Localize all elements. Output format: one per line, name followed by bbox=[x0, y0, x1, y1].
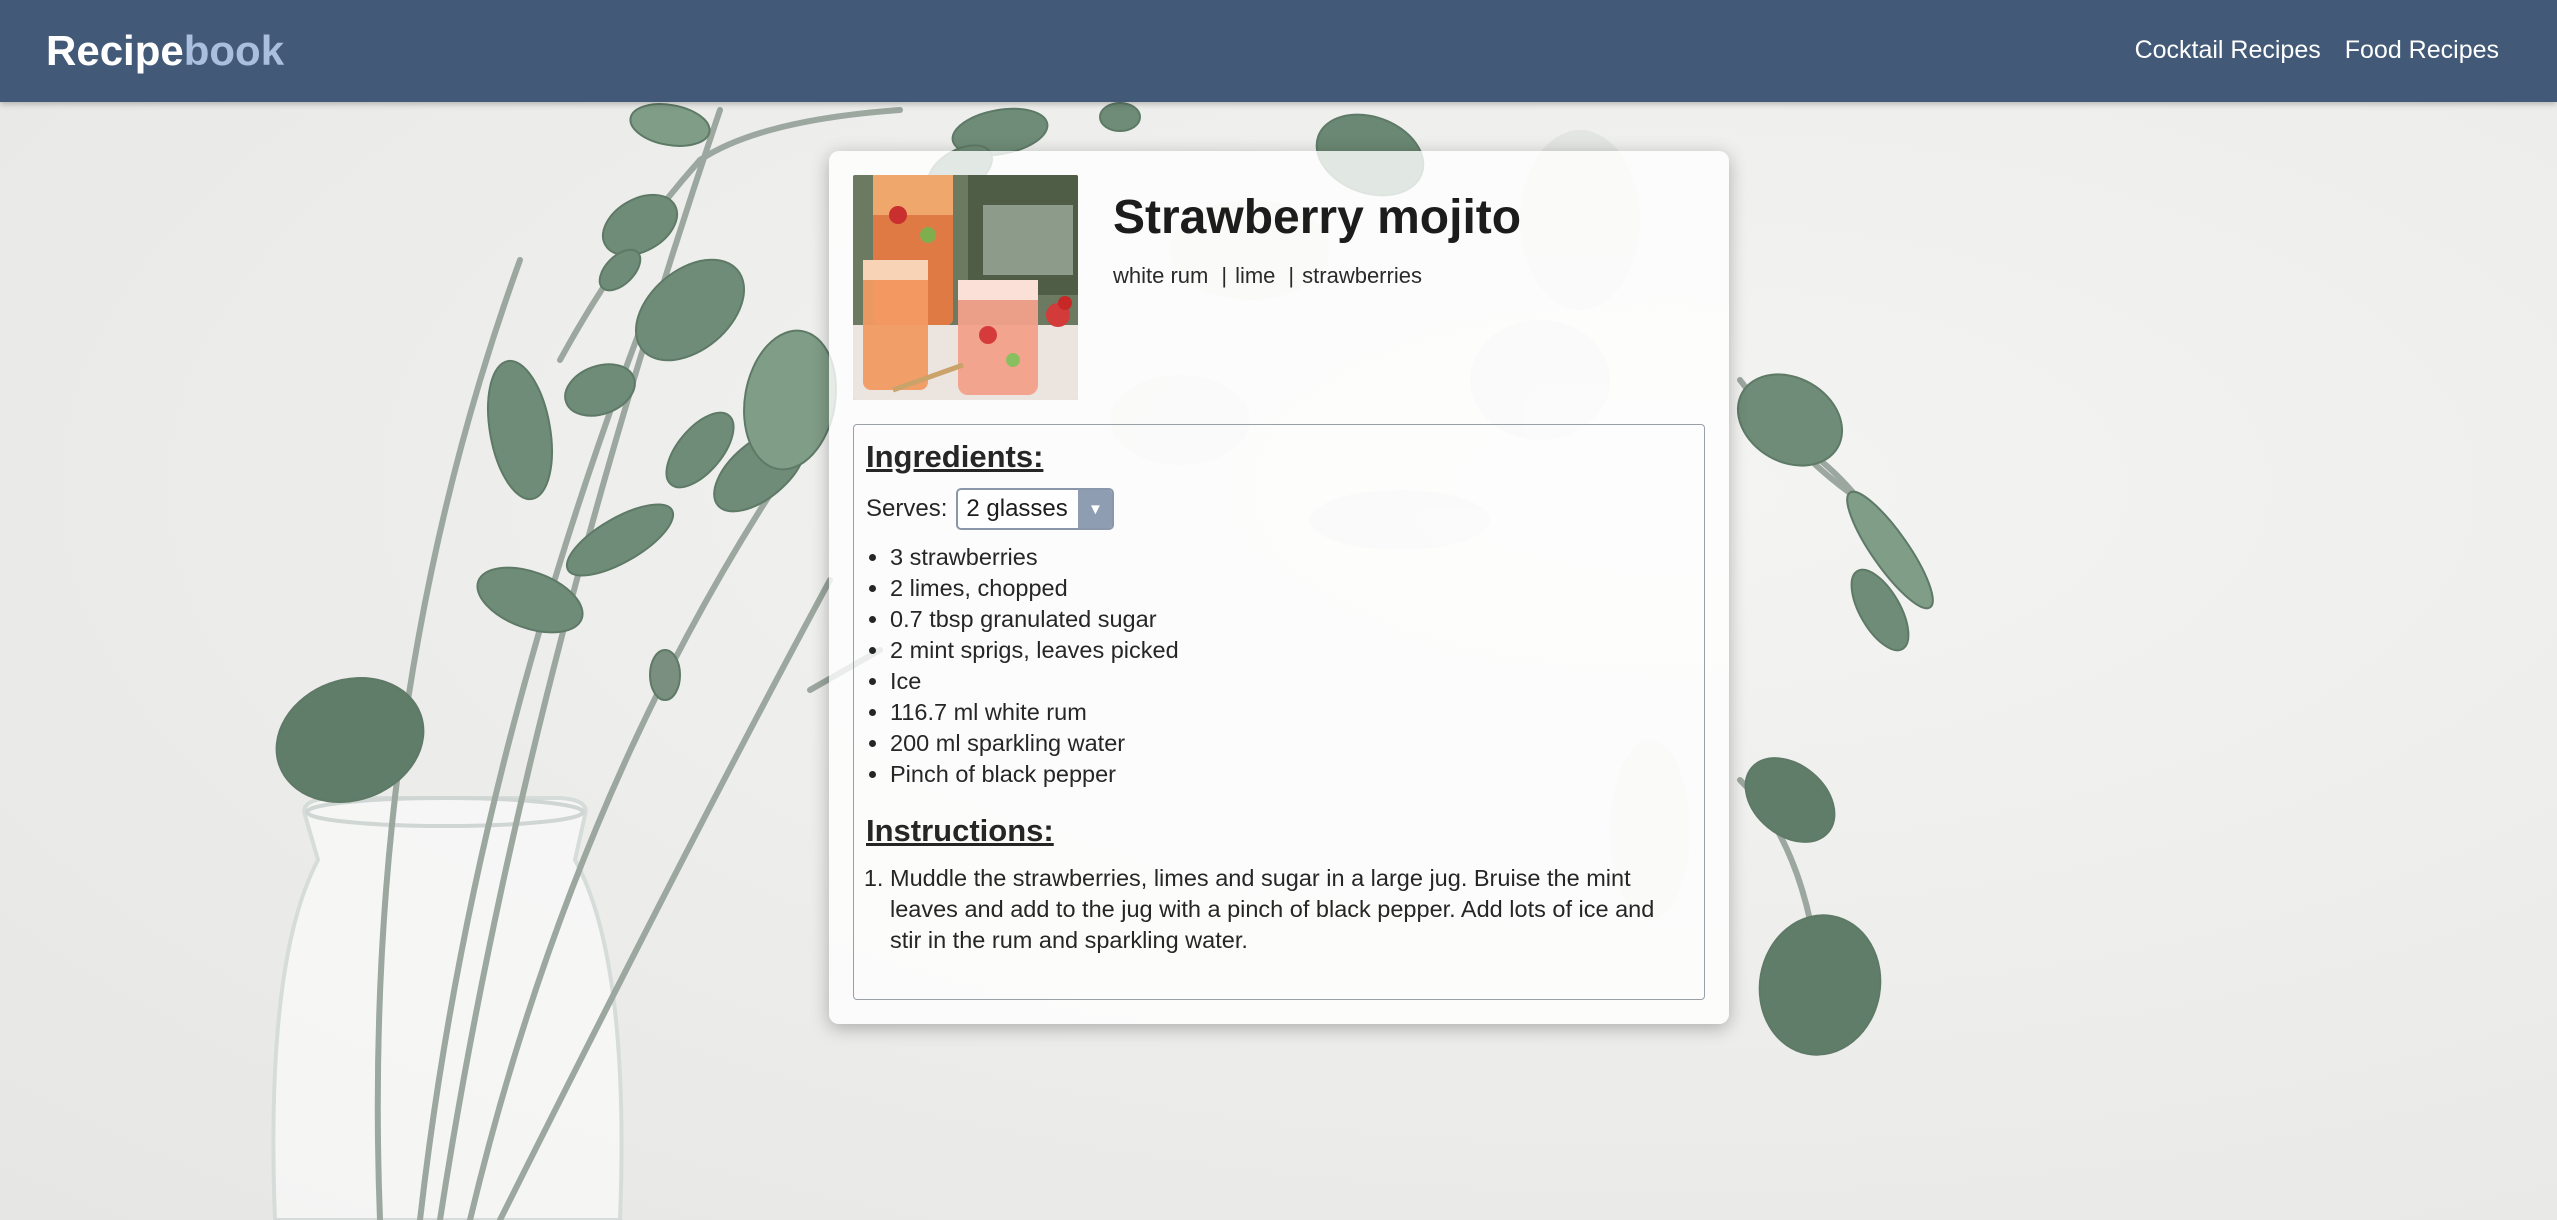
recipe-photo bbox=[853, 175, 1078, 400]
recipe-photo-illustration bbox=[853, 175, 1078, 400]
ingredients-heading: Ingredients: bbox=[866, 439, 1044, 474]
tag-separator: | bbox=[1288, 263, 1295, 288]
ingredient-item: 2 mint sprigs, leaves picked bbox=[890, 635, 1692, 666]
serves-label: Serves: bbox=[866, 495, 948, 522]
tag-strawberries[interactable]: strawberries bbox=[1302, 261, 1422, 291]
top-navbar: Recipebook Cocktail Recipes Food Recipes bbox=[0, 0, 2557, 102]
instructions-list: Muddle the strawberries, limes and sugar… bbox=[866, 863, 1692, 956]
ingredient-item: 0.7 tbsp granulated sugar bbox=[890, 604, 1692, 635]
serves-select[interactable]: 2 glasses ▼ bbox=[956, 488, 1115, 530]
serves-selected-value: 2 glasses bbox=[966, 495, 1068, 522]
chevron-down-icon[interactable]: ▼ bbox=[1078, 490, 1113, 528]
brand-logo-link[interactable]: Recipebook bbox=[46, 26, 284, 76]
serves-row: Serves: 2 glasses ▼ bbox=[866, 487, 1692, 531]
ingredient-item: 3 strawberries bbox=[890, 542, 1692, 573]
recipe-title: Strawberry mojito bbox=[1113, 191, 1522, 244]
ingredient-item: 2 limes, chopped bbox=[890, 573, 1692, 604]
ingredients-list: 3 strawberries 2 limes, chopped 0.7 tbsp… bbox=[866, 542, 1692, 790]
ingredient-item: Ice bbox=[890, 666, 1692, 697]
instruction-step: Muddle the strawberries, limes and sugar… bbox=[890, 863, 1692, 956]
ingredient-item: Pinch of black pepper bbox=[890, 759, 1692, 790]
ingredient-item: 116.7 ml white rum bbox=[890, 697, 1692, 728]
nav-link-food-recipes[interactable]: Food Recipes bbox=[2345, 34, 2499, 66]
nav-link-cocktail-recipes[interactable]: Cocktail Recipes bbox=[2135, 34, 2321, 66]
ingredient-item: 200 ml sparkling water bbox=[890, 728, 1692, 759]
tag-lime[interactable]: lime bbox=[1235, 261, 1275, 291]
tag-separator: | bbox=[1221, 263, 1228, 288]
brand-text-recipe: Recipe bbox=[46, 27, 184, 74]
nav-links: Cocktail Recipes Food Recipes bbox=[2135, 34, 2499, 66]
tag-white-rum[interactable]: white rum bbox=[1113, 261, 1208, 291]
recipe-card: Strawberry mojito white rum | lime | str… bbox=[829, 151, 1729, 1024]
recipe-details: Ingredients: Serves: 2 glasses ▼ 3 straw… bbox=[853, 424, 1705, 1000]
brand-text-book: book bbox=[183, 27, 285, 74]
recipe-tags: white rum | lime | strawberries bbox=[1113, 261, 1422, 291]
instructions-heading: Instructions: bbox=[866, 813, 1054, 848]
